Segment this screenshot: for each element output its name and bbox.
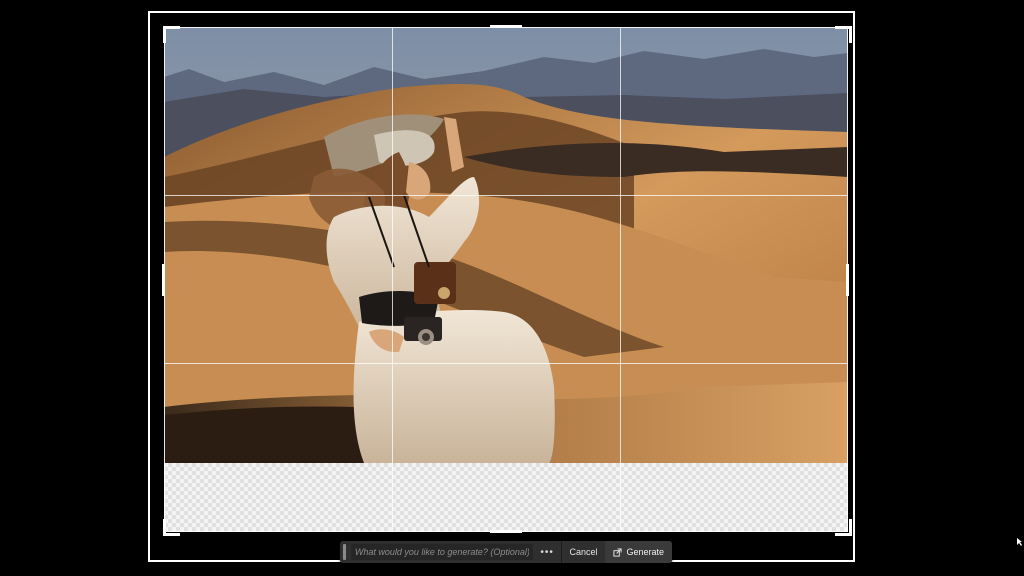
crop-handle-top-right[interactable] [835,26,852,43]
prompt-accent-bar [343,544,346,560]
cancel-button-label: Cancel [569,547,598,557]
more-options-icon: ••• [540,546,554,558]
crop-handle-right[interactable] [846,264,849,296]
crop-handle-bottom[interactable] [490,530,522,533]
cancel-button[interactable]: Cancel [561,541,605,563]
generate-button-label: Generate [626,547,664,557]
crop-handle-top-left[interactable] [163,26,180,43]
mouse-cursor-icon [1017,538,1022,546]
crop-handle-left[interactable] [162,264,165,296]
generative-expand-bar: ••• Cancel Generate [340,541,672,563]
grid-line-horizontal-1 [164,195,848,196]
generate-button[interactable]: Generate [605,541,672,563]
crop-handle-bottom-left[interactable] [163,519,180,536]
grid-line-horizontal-2 [164,363,848,364]
grid-line-vertical-1 [392,27,393,532]
grid-line-vertical-2 [620,27,621,532]
more-options-button[interactable]: ••• [537,544,558,560]
generate-sparkle-icon [613,547,623,557]
crop-frame[interactable] [164,27,848,532]
crop-handle-top[interactable] [490,25,522,28]
crop-handle-bottom-right[interactable] [835,519,852,536]
generate-prompt-input[interactable] [350,544,533,560]
